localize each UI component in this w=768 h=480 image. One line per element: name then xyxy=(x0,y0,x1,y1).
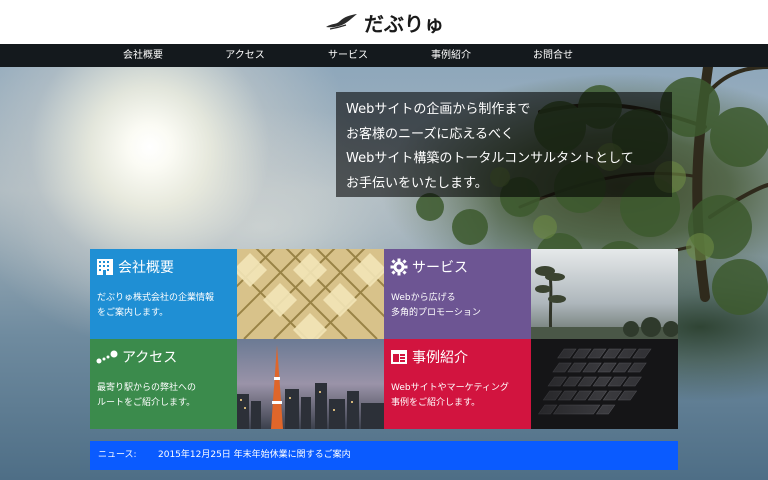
tile-description-line: をご案内します。 xyxy=(97,308,169,318)
intro-line: お手伝いをいたします。 xyxy=(346,175,488,191)
logo-text: だぶりゅ xyxy=(364,11,444,36)
tile-title: 事例紹介 xyxy=(412,350,468,366)
tile-description-line: ルートをご紹介します。 xyxy=(97,398,196,408)
news-label: ニュース: xyxy=(98,450,137,460)
tile-heading: アクセス xyxy=(96,347,177,367)
case-studies-tile[interactable]: 事例紹介 Webサイトやマーケティング 事例をご紹介します。 xyxy=(384,339,531,429)
tile-description-line: Webから広げる xyxy=(391,293,456,303)
nav-item-works[interactable]: 事例紹介 xyxy=(406,44,496,67)
keyboard-image xyxy=(531,339,678,429)
nav-item-company[interactable]: 会社概要 xyxy=(98,44,188,67)
tile-description: 最寄り駅からの弊社への ルートをご紹介します。 xyxy=(97,381,196,411)
tile-title: 会社概要 xyxy=(118,260,174,276)
tile-description-line: だぶりゅ株式会社の企業情報 xyxy=(97,293,215,303)
tile-description: Webから広げる 多角的プロモーション xyxy=(391,291,481,321)
city-skyline-image xyxy=(237,339,384,429)
main-navigation: 会社概要 アクセス サービス 事例紹介 お問合せ xyxy=(0,44,768,67)
tile-description-line: 事例をご紹介します。 xyxy=(391,398,481,408)
tile-title: アクセス xyxy=(122,350,178,366)
nav-item-access[interactable]: アクセス xyxy=(200,44,290,67)
nav-item-contact[interactable]: お問合せ xyxy=(508,44,598,67)
architecture-photo xyxy=(237,249,384,339)
tile-heading: サービス xyxy=(390,257,468,277)
tile-heading: 会社概要 xyxy=(96,257,174,277)
tile-description-line: Webサイトやマーケティング xyxy=(391,383,509,393)
tokyo-tower-photo xyxy=(237,339,384,429)
intro-line: Webサイト構築のトータルコンサルタントとして xyxy=(346,151,634,166)
nav-item-services[interactable]: サービス xyxy=(303,44,393,67)
site-header: だぶりゅ xyxy=(0,0,768,44)
access-tile[interactable]: アクセス 最寄り駅からの弊社への ルートをご紹介します。 xyxy=(90,339,237,429)
intro-message-box: Webサイトの企画から制作まで お客様のニーズに応えるべく Webサイト構築のト… xyxy=(336,92,672,197)
news-bar: ニュース: 2015年12月25日 年末年始休業に関するご案内 xyxy=(90,441,678,470)
tile-description-line: 最寄り駅からの弊社への xyxy=(97,383,197,393)
site-logo[interactable]: だぶりゅ xyxy=(324,8,444,37)
route-dots-icon xyxy=(96,350,118,364)
roof-structure-image xyxy=(237,249,384,339)
keyboard-photo xyxy=(531,339,678,429)
tile-title: サービス xyxy=(412,260,468,276)
tile-description: だぶりゅ株式会社の企業情報 をご案内します。 xyxy=(97,291,214,321)
tree-sky-photo xyxy=(531,249,678,339)
tile-description: Webサイトやマーケティング 事例をご紹介します。 xyxy=(391,381,509,411)
news-item-link[interactable]: 2015年12月25日 年末年始休業に関するご案内 xyxy=(158,441,351,470)
palm-tree-image xyxy=(531,249,678,339)
intro-line: お客様のニーズに応えるべく xyxy=(346,126,514,142)
gear-icon xyxy=(390,258,408,276)
intro-line: Webサイトの企画から制作まで xyxy=(346,102,531,117)
browser-window-icon xyxy=(391,350,407,364)
bird-logo-icon xyxy=(326,14,357,30)
building-icon xyxy=(97,259,113,275)
company-overview-tile[interactable]: 会社概要 だぶりゅ株式会社の企業情報 をご案内します。 xyxy=(90,249,237,339)
tile-heading: 事例紹介 xyxy=(390,347,468,367)
services-tile[interactable]: サービス Webから広げる 多角的プロモーション xyxy=(384,249,531,339)
tile-description-line: 多角的プロモーション xyxy=(391,308,481,318)
